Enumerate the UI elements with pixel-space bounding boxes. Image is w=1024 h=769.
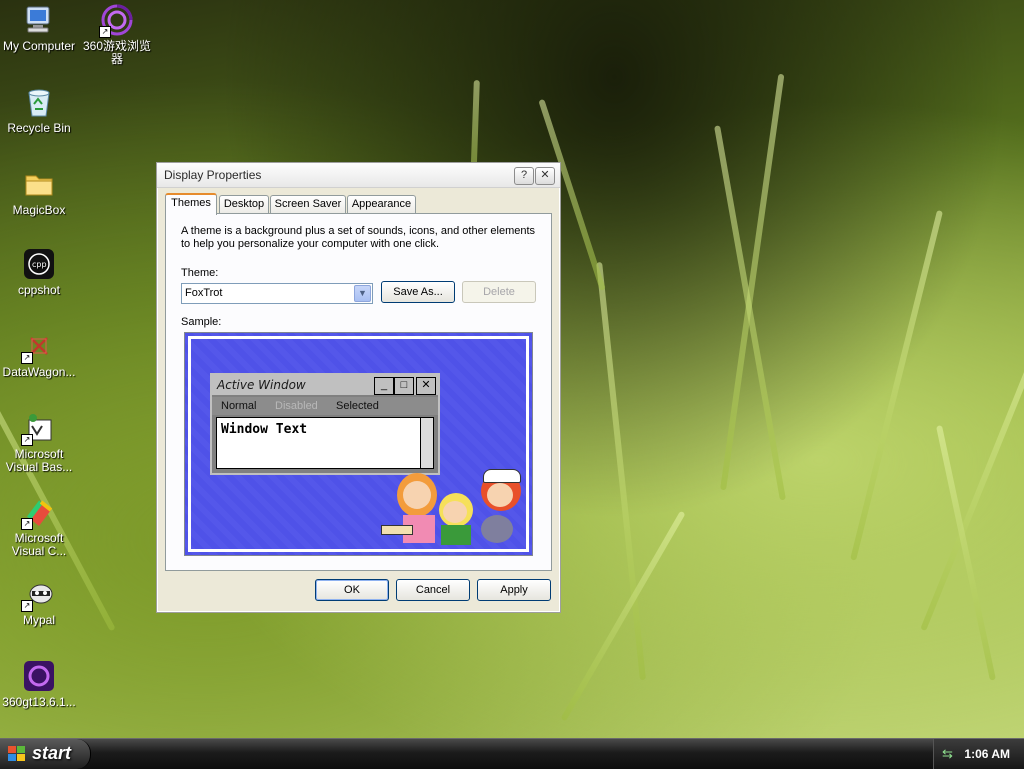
visual-basic-icon: ↗ bbox=[21, 412, 55, 446]
desktop-icon-label: Mypal bbox=[22, 613, 55, 627]
apply-button[interactable]: Apply bbox=[477, 579, 551, 601]
help-button[interactable]: ? bbox=[514, 167, 534, 185]
desktop-icon-label: 360游戏浏览器 bbox=[82, 39, 152, 66]
cancel-button[interactable]: Cancel bbox=[396, 579, 470, 601]
chevron-down-icon[interactable]: ▼ bbox=[354, 285, 371, 302]
shortcut-arrow-icon: ↗ bbox=[99, 26, 111, 38]
theme-sample-preview: Active Window _ □ ✕ Normal Disabled Sele… bbox=[184, 332, 533, 556]
desktop-icon-cppshot[interactable]: cpp cppshot bbox=[0, 248, 78, 297]
desktop-icon-recycle-bin[interactable]: Recycle Bin bbox=[0, 86, 78, 135]
start-label: start bbox=[32, 743, 72, 763]
sample-title-bar: Active Window _ □ ✕ bbox=[212, 375, 438, 395]
sample-window-text: Window Text bbox=[221, 422, 308, 437]
sample-menu-selected: Selected bbox=[336, 400, 379, 412]
sample-minimize-icon: _ bbox=[374, 377, 394, 395]
desktop-icon-360gt[interactable]: 360gt13.6.1... bbox=[0, 660, 78, 709]
mypal-icon: ↗ bbox=[21, 578, 55, 612]
save-as-button[interactable]: Save As... bbox=[381, 281, 455, 303]
visual-c-icon: ↗ bbox=[21, 496, 55, 530]
shortcut-arrow-icon: ↗ bbox=[21, 600, 33, 612]
desktop-icon-label: DataWagon... bbox=[2, 365, 76, 379]
delete-button[interactable]: Delete bbox=[462, 281, 536, 303]
display-properties-dialog: Display Properties ? ✕ Themes Desktop Sc… bbox=[156, 162, 561, 613]
desktop-icon-label: My Computer bbox=[2, 39, 76, 53]
close-button[interactable]: ✕ bbox=[535, 167, 555, 185]
360-browser-icon: ↗ bbox=[99, 4, 133, 38]
system-tray: ⇆ 1:06 AM bbox=[933, 739, 1024, 769]
360gt-icon bbox=[23, 660, 55, 692]
theme-label: Theme: bbox=[181, 267, 219, 279]
sample-window-title: Active Window bbox=[217, 378, 306, 392]
desktop-icon-label: Microsoft Visual Bas... bbox=[5, 447, 73, 474]
tab-screen-saver[interactable]: Screen Saver bbox=[270, 195, 346, 213]
taskbar: start ⇆ 1:06 AM bbox=[0, 738, 1024, 769]
sample-menu-bar: Normal Disabled Selected bbox=[212, 397, 438, 415]
title-bar[interactable]: Display Properties ? ✕ bbox=[157, 163, 560, 188]
my-computer-icon bbox=[23, 4, 55, 36]
desktop-icon-360-browser[interactable]: ↗ 360游戏浏览器 bbox=[78, 4, 156, 66]
theme-select[interactable]: FoxTrot ▼ bbox=[181, 283, 373, 304]
desktop-icon-label: 360gt13.6.1... bbox=[2, 695, 76, 709]
desktop-icon-datawagon[interactable]: ↗ DataWagon... bbox=[0, 330, 78, 379]
svg-text:cpp: cpp bbox=[32, 260, 47, 269]
desktop-icon-magicbox[interactable]: MagicBox bbox=[0, 168, 78, 217]
tab-appearance[interactable]: Appearance bbox=[347, 195, 416, 213]
desktop-icon-visual-basic[interactable]: ↗ Microsoft Visual Bas... bbox=[0, 412, 78, 474]
themes-panel: A theme is a background plus a set of so… bbox=[165, 213, 552, 571]
sample-active-window: Active Window _ □ ✕ Normal Disabled Sele… bbox=[210, 373, 440, 475]
folder-icon bbox=[23, 168, 55, 200]
shortcut-arrow-icon: ↗ bbox=[21, 434, 33, 446]
desktop-icon-label: cppshot bbox=[17, 283, 61, 297]
sample-label: Sample: bbox=[181, 316, 222, 328]
sample-scrollbar bbox=[420, 418, 433, 468]
cppshot-icon: cpp bbox=[23, 248, 55, 280]
theme-description: A theme is a background plus a set of so… bbox=[181, 225, 536, 250]
datawagon-icon: ↗ bbox=[21, 330, 55, 364]
tab-desktop[interactable]: Desktop bbox=[219, 195, 269, 213]
start-button[interactable]: start bbox=[0, 739, 91, 769]
network-icon[interactable]: ⇆ bbox=[942, 746, 953, 762]
shortcut-arrow-icon: ↗ bbox=[21, 518, 33, 530]
shortcut-arrow-icon: ↗ bbox=[21, 352, 33, 364]
recycle-bin-icon bbox=[23, 86, 55, 118]
sample-close-icon: ✕ bbox=[416, 377, 436, 395]
sample-window-body: Window Text bbox=[216, 417, 434, 469]
ok-button[interactable]: OK bbox=[315, 579, 389, 601]
tab-themes[interactable]: Themes bbox=[165, 193, 217, 215]
desktop-icon-label: Microsoft Visual C... bbox=[11, 531, 67, 558]
theme-select-value: FoxTrot bbox=[185, 287, 223, 299]
desktop-icon-my-computer[interactable]: My Computer bbox=[0, 4, 78, 53]
sample-menu-disabled: Disabled bbox=[275, 400, 318, 412]
clock[interactable]: 1:06 AM bbox=[964, 747, 1010, 761]
sample-maximize-icon: □ bbox=[394, 377, 414, 395]
desktop-icon-mypal[interactable]: ↗ Mypal bbox=[0, 578, 78, 627]
desktop-icon-label: Recycle Bin bbox=[7, 121, 71, 135]
desktop-icon-visual-c[interactable]: ↗ Microsoft Visual C... bbox=[0, 496, 78, 558]
windows-logo-icon bbox=[8, 746, 26, 762]
dialog-title: Display Properties bbox=[164, 168, 262, 182]
desktop-icon-label: MagicBox bbox=[12, 203, 66, 217]
sample-menu-normal: Normal bbox=[221, 400, 257, 412]
